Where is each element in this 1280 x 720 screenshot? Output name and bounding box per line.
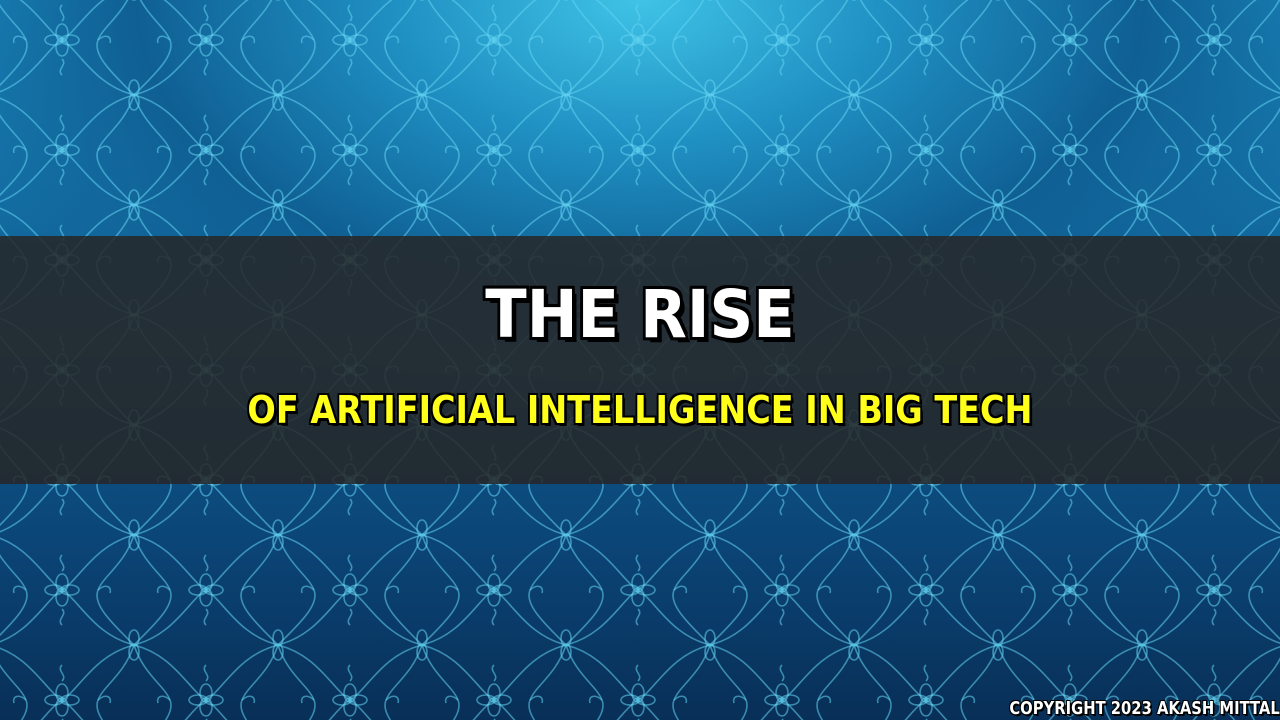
copyright-notice: COPYRIGHT 2023 AKASH MITTAL — [1009, 698, 1280, 719]
slide-title: THE RISE — [485, 276, 795, 353]
slide-subtitle: OF ARTIFICIAL INTELLIGENCE IN BIG TECH — [247, 388, 1033, 432]
title-slide: THE RISE OF ARTIFICIAL INTELLIGENCE IN B… — [0, 0, 1280, 720]
